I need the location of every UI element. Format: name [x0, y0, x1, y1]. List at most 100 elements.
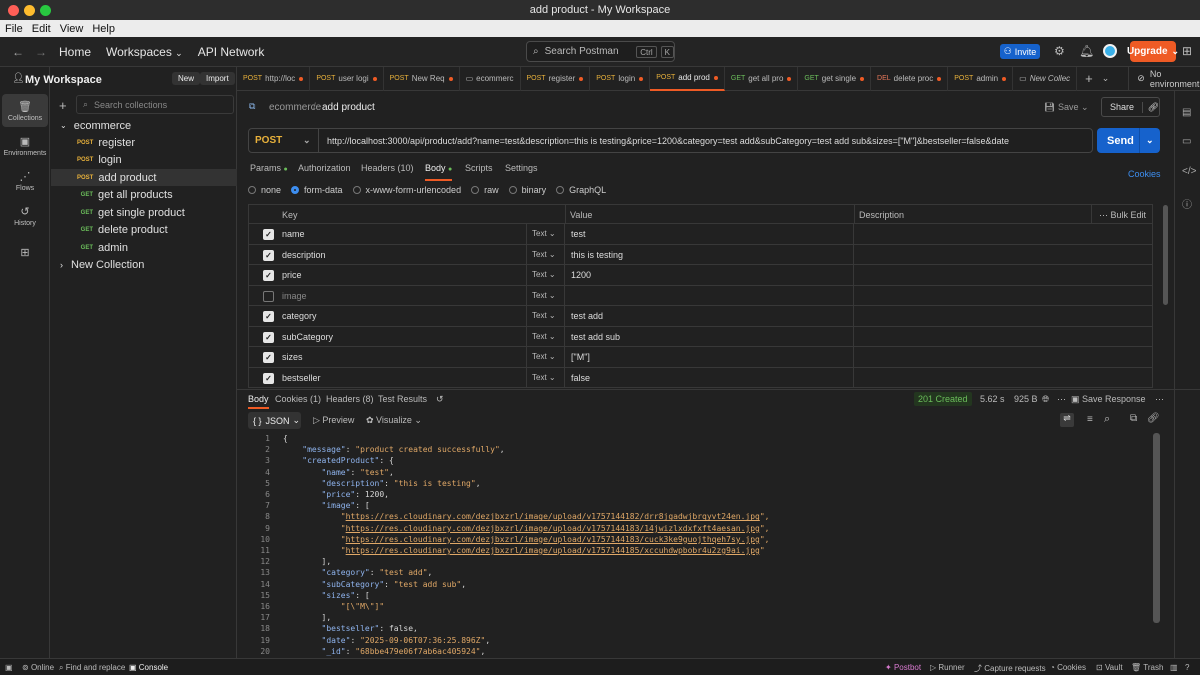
table-row[interactable]: ✓ description Text ⌄ this is testing	[248, 244, 1153, 265]
copy-icon[interactable]: ⧉	[1130, 413, 1137, 424]
environment-selector[interactable]: ⊘ No environment	[1128, 66, 1199, 91]
row-key[interactable]: sizes	[282, 352, 303, 362]
response-size[interactable]: 925 B	[1014, 394, 1038, 404]
row-key[interactable]: subCategory	[282, 332, 333, 342]
tab-delete-product[interactable]: DEL delete proc	[871, 66, 949, 91]
tab-register[interactable]: POST register	[521, 66, 591, 91]
cookies-button[interactable]: ◔ Cookies	[1050, 663, 1086, 672]
menu-file[interactable]: File	[5, 23, 23, 35]
response-scrollbar[interactable]	[1153, 433, 1160, 623]
row-value[interactable]: 1200	[571, 270, 591, 280]
rail-flows[interactable]: ⋰ Flows	[2, 164, 48, 197]
radio-raw[interactable]: raw	[471, 185, 499, 195]
toggle-sidebar-icon[interactable]: ▣	[5, 663, 13, 672]
rail-more[interactable]: ⊞	[2, 237, 48, 270]
new-button[interactable]: New	[172, 72, 201, 85]
row-type-select[interactable]: Text ⌄	[532, 332, 556, 341]
request-scrollbar[interactable]	[1163, 205, 1168, 305]
row-type-select[interactable]: Text ⌄	[532, 250, 556, 259]
avatar[interactable]	[1103, 44, 1117, 58]
cookies-link[interactable]: Cookies	[1128, 169, 1161, 179]
settings-icon[interactable]: ⚙	[1054, 44, 1065, 58]
info-icon[interactable]: ⓘ	[1182, 196, 1192, 211]
url-input[interactable]: http://localhost:3000/api/product/add?na…	[319, 136, 1009, 146]
row-type-select[interactable]: Text ⌄	[532, 311, 556, 320]
save-button[interactable]: 💾︎ Save ⌄	[1044, 102, 1089, 113]
row-checkbox[interactable]: ✓	[263, 229, 274, 240]
row-key[interactable]: bestseller	[282, 373, 321, 383]
table-row[interactable]: ✓ category Text ⌄ test add	[248, 306, 1153, 327]
collection-search-input[interactable]: ⌕ Search collections	[76, 95, 234, 114]
code-link[interactable]: https://res.cloudinary.com/dezjbxzrl/ima…	[346, 535, 760, 544]
response-time[interactable]: 5.62 s	[980, 394, 1005, 404]
code-link[interactable]: https://res.cloudinary.com/dezjbxzrl/ima…	[346, 512, 760, 521]
tab-body[interactable]: Body ●	[425, 163, 453, 181]
res-tab-body[interactable]: Body	[248, 394, 269, 409]
close-window-button[interactable]	[8, 5, 19, 16]
response-code-viewer[interactable]: 1 {2 "message": "product created successf…	[248, 432, 1153, 658]
code-icon[interactable]: </>	[1182, 166, 1196, 177]
radio-form-data[interactable]: form-data	[291, 185, 343, 195]
grid-menu-icon[interactable]: ⊞	[1182, 44, 1192, 58]
row-type-select[interactable]: Text ⌄	[532, 270, 556, 279]
table-row[interactable]: ✓ subCategory Text ⌄ test add sub	[248, 326, 1153, 347]
row-key[interactable]: description	[282, 250, 326, 260]
tab-new-collection[interactable]: ▭ New Collec	[1013, 66, 1078, 91]
row-type-select[interactable]: Text ⌄	[532, 291, 556, 300]
tab-get-all-products[interactable]: GET get all pro	[725, 66, 799, 91]
search-icon[interactable]: ⌕	[1104, 413, 1110, 426]
link-icon[interactable]: 🔗︎	[1147, 413, 1160, 424]
row-value[interactable]: this is testing	[571, 250, 623, 260]
row-value[interactable]: ["M"]	[571, 352, 590, 362]
menu-edit[interactable]: Edit	[32, 23, 51, 35]
tab-ecommerce[interactable]: ▭ ecommerc	[460, 66, 521, 91]
row-type-select[interactable]: Text ⌄	[532, 229, 556, 238]
row-checkbox[interactable]: ✓	[263, 249, 274, 261]
layout-icon[interactable]: ▥	[1170, 663, 1178, 672]
trash-button[interactable]: 🗑︎ Trash	[1131, 663, 1163, 672]
row-key[interactable]: name	[282, 229, 305, 239]
send-options-chevron-icon[interactable]: ⌄	[1139, 128, 1154, 153]
row-value[interactable]: test add sub	[571, 332, 620, 342]
table-row[interactable]: image Text ⌄	[248, 285, 1153, 306]
table-row[interactable]: ✓ name Text ⌄ test	[248, 224, 1153, 245]
tab-headers[interactable]: Headers (10)	[361, 163, 414, 173]
res-tab-headers[interactable]: Headers (8)	[326, 394, 374, 404]
online-status[interactable]: ⊚ Online	[22, 663, 54, 672]
more-icon[interactable]: ⋯	[1057, 394, 1066, 405]
radio-urlencoded[interactable]: x-www-form-urlencoded	[352, 185, 461, 195]
globe-icon[interactable]: 🌐︎	[1042, 394, 1049, 405]
upgrade-button[interactable]: Upgrade ⌄	[1127, 41, 1179, 62]
more-icon[interactable]: ⋯	[1155, 394, 1164, 405]
tab-overflow-chevron-icon[interactable]: ⌄	[1102, 73, 1110, 84]
rail-history[interactable]: ↺ History	[2, 199, 48, 232]
tab-user-login[interactable]: POST user logi	[310, 66, 384, 91]
row-checkbox[interactable]: ✓	[263, 270, 274, 281]
tab-admin[interactable]: POST admin	[948, 66, 1014, 91]
radio-graphql[interactable]: GraphQL	[556, 185, 606, 195]
tab-http-local[interactable]: POST http://loc	[237, 66, 311, 91]
row-key[interactable]: image	[282, 291, 307, 301]
table-row[interactable]: ✓ sizes Text ⌄ ["M"]	[248, 347, 1153, 368]
invite-button[interactable]: ⚇ Invite	[1000, 44, 1040, 59]
add-tab-icon[interactable]: +	[1085, 71, 1093, 86]
add-collection-icon[interactable]: +	[59, 98, 67, 113]
sidebar-item-get-single-product[interactable]: GET get single product	[51, 204, 237, 221]
status-badge[interactable]: 201 Created	[914, 392, 972, 406]
comments-icon[interactable]: ▭	[1182, 136, 1191, 147]
row-checkbox[interactable]: ✓	[263, 352, 274, 363]
visualize-button[interactable]: ✿ Visualize ⌄	[366, 415, 422, 426]
row-key[interactable]: category	[282, 311, 317, 321]
search-input[interactable]: ⌕ Search Postman Ctrl K	[526, 41, 675, 62]
row-value[interactable]: test	[571, 229, 586, 239]
preview-button[interactable]: ▷ Preview	[313, 415, 354, 426]
tab-login[interactable]: POST login	[590, 66, 651, 91]
tab-settings[interactable]: Settings	[505, 163, 538, 173]
find-replace-button[interactable]: ⌕ Find and replace	[59, 663, 125, 673]
res-tab-test-results[interactable]: Test Results	[378, 394, 427, 404]
collection-new-collection[interactable]: › New Collection	[51, 256, 237, 273]
import-button[interactable]: Import	[200, 72, 235, 85]
res-tab-cookies[interactable]: Cookies (1)	[275, 394, 321, 404]
history-icon[interactable]: ↺	[436, 394, 444, 405]
rail-environments[interactable]: ▣ Environments	[2, 129, 48, 162]
